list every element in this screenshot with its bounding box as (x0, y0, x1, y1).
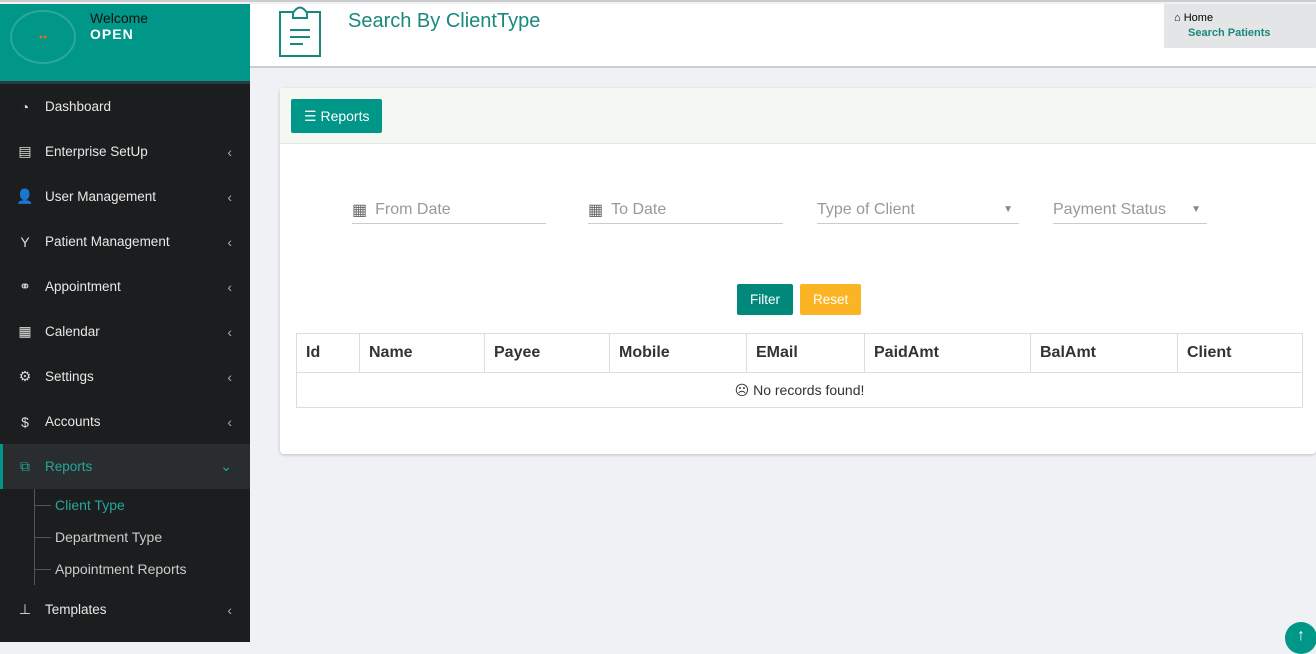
chevron-down-icon: ⌄ (220, 458, 232, 474)
sidebar-item-accounts[interactable]: $ Accounts ‹ (0, 399, 250, 444)
sidebar-item-user-management[interactable]: 👤 User Management ‹ (0, 174, 250, 219)
column-header[interactable]: Id (296, 333, 360, 373)
column-header[interactable]: Payee (484, 333, 610, 373)
sitemap-icon: ⊥ (18, 601, 32, 617)
sidebar-item-label: Patient Management (45, 234, 170, 249)
dashboard-icon: ◔ (20, 98, 30, 115)
sidebar-item-templates[interactable]: ⊥ Templates ‹ (0, 587, 250, 632)
chevron-left-icon: ‹ (227, 323, 232, 340)
sidebar-item-label: Calendar (45, 324, 100, 339)
handshake-icon: ⚭ (19, 278, 31, 294)
frown-icon: ☹ (734, 381, 750, 398)
sidebar-item-label: Settings (45, 369, 94, 384)
sidebar-item-label: Accounts (45, 414, 101, 429)
column-header[interactable]: Mobile (609, 333, 747, 373)
sidebar-item-settings[interactable]: ⚙ Settings ‹ (0, 354, 250, 399)
chevron-left-icon: ‹ (227, 188, 232, 205)
clipboard-icon: ▤ (18, 143, 32, 159)
empty-message: No records found! (753, 381, 865, 398)
calendar-icon: ▦ (18, 323, 32, 339)
calendar-icon: ▦ (588, 201, 604, 219)
to-date-placeholder: To Date (611, 200, 667, 218)
dollar-icon: $ (21, 413, 29, 430)
user-plus-icon: 👤 (16, 188, 34, 204)
sidebar-item-reports[interactable]: ⧉ Reports ⌄ (0, 444, 250, 489)
column-header[interactable]: EMail (746, 333, 865, 373)
card-header: ☰ Reports (280, 88, 1316, 144)
table-header-row: Id Name Payee Mobile EMail PaidAmt BalAm… (296, 333, 1303, 373)
column-header[interactable]: BalAmt (1030, 333, 1178, 373)
sidebar-item-dashboard[interactable]: ◔ Dashboard (0, 84, 250, 129)
from-date-input[interactable]: ▦ From Date (352, 196, 546, 224)
sidebar-item-calendar[interactable]: ▦ Calendar ‹ (0, 309, 250, 354)
from-date-placeholder: From Date (375, 200, 451, 218)
table-row: ☹ No records found! (296, 372, 1303, 408)
client-type-select[interactable]: Type of Client ▼ (817, 196, 1019, 224)
column-header[interactable]: Client (1177, 333, 1303, 373)
sidebar-item-label: Reports (45, 459, 93, 474)
logo: ●● (10, 10, 76, 64)
filter-button[interactable]: Filter (737, 284, 793, 315)
calendar-icon: ▦ (352, 201, 368, 219)
reset-button[interactable]: Reset (800, 284, 862, 315)
page-header: Search By ClientType ⌂ Home Search Patie… (250, 4, 1316, 68)
caret-down-icon: ▼ (1003, 204, 1013, 215)
caret-down-icon: ▼ (1191, 204, 1201, 215)
client-type-placeholder: Type of Client (817, 200, 915, 218)
chevron-left-icon: ‹ (227, 413, 232, 430)
scroll-to-top-button[interactable]: ↑ (1285, 622, 1316, 654)
sidebar-item-label: Dashboard (45, 99, 112, 114)
payment-status-select[interactable]: Payment Status ▼ (1053, 196, 1207, 224)
payment-status-placeholder: Payment Status (1053, 200, 1166, 218)
page-title: Search By ClientType (348, 10, 541, 32)
gear-icon: ⚙ (18, 368, 32, 384)
sidebar-item-label: Templates (45, 602, 107, 617)
chevron-left-icon: ‹ (227, 601, 232, 618)
breadcrumb-current: Search Patients (1188, 27, 1271, 39)
sidebar-item-enterprise-setup[interactable]: ▤ Enterprise SetUp ‹ (0, 129, 250, 174)
report-card: ☰ Reports ▦ From Date ▦ To Date Type of Cl… (280, 88, 1316, 454)
reports-button-label: Reports (320, 108, 370, 124)
chevron-left-icon: ‹ (227, 143, 232, 160)
chevron-left-icon: ‹ (227, 278, 232, 295)
home-icon: ⌂ (1174, 12, 1181, 24)
reports-submenu: Client Type Department Type Appointment … (0, 489, 250, 585)
sidebar: ●● Welcome OPEN ◔ Dashboard ▤ Enterprise S… (0, 4, 250, 642)
breadcrumb: ⌂ Home Search Patients (1164, 4, 1316, 48)
chevron-left-icon: ‹ (227, 233, 232, 250)
patient-icon: Y (20, 233, 30, 250)
to-date-input[interactable]: ▦ To Date (588, 196, 783, 224)
submenu-client-type[interactable]: Client Type (35, 489, 250, 521)
empty-message-cell: ☹ No records found! (296, 372, 1303, 408)
submenu-appointment-reports[interactable]: Appointment Reports (35, 553, 250, 585)
reports-button[interactable]: ☰ Reports (291, 99, 383, 133)
reports-icon: ⧉ (20, 458, 30, 474)
sidebar-item-appointment[interactable]: ⚭ Appointment ‹ (0, 264, 250, 309)
sidebar-item-label: Appointment (45, 279, 121, 294)
welcome-text: Welcome (90, 10, 149, 26)
column-header[interactable]: Name (359, 333, 485, 373)
sidebar-item-patient-management[interactable]: Y Patient Management ‹ (0, 219, 250, 264)
chevron-left-icon: ‹ (227, 368, 232, 385)
clipboard-icon (279, 6, 321, 57)
sidebar-item-label: Enterprise SetUp (45, 144, 148, 159)
breadcrumb-home[interactable]: Home (1184, 12, 1213, 24)
results-table: Id Name Payee Mobile EMail PaidAmt BalAm… (296, 333, 1303, 408)
sidebar-item-label: User Management (45, 189, 157, 204)
submenu-department-type[interactable]: Department Type (35, 521, 250, 553)
user-name: OPEN (90, 26, 134, 42)
column-header[interactable]: PaidAmt (864, 333, 1031, 373)
arrow-up-icon: ↑ (1297, 627, 1305, 644)
list-icon: ☰ (304, 108, 317, 124)
brand-header: ●● Welcome OPEN (0, 4, 250, 84)
